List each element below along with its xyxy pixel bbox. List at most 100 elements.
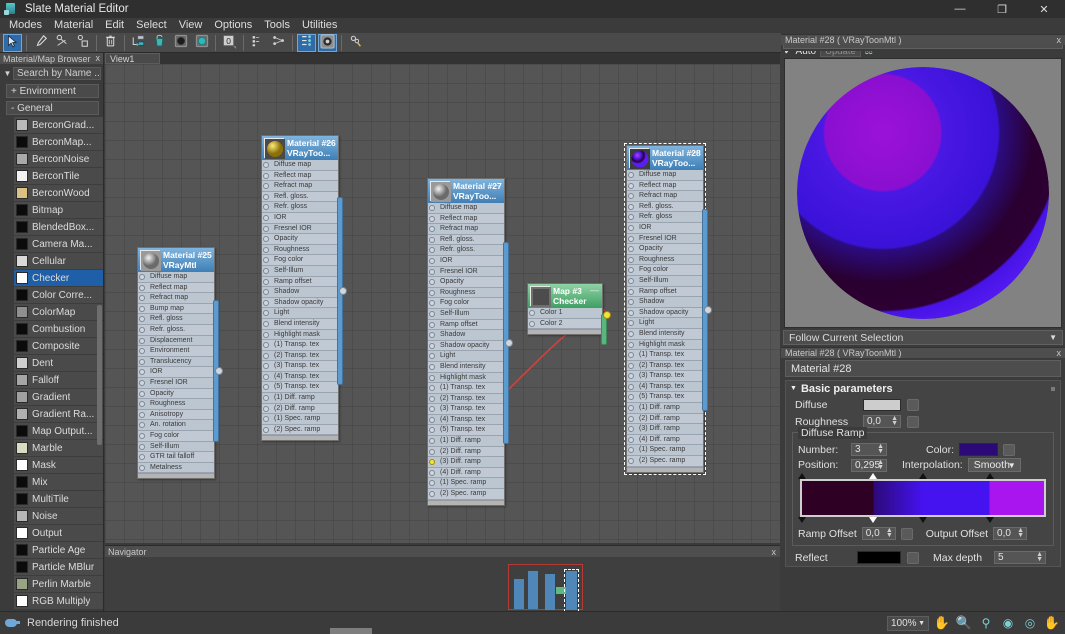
menu-options[interactable]: Options <box>208 18 258 33</box>
node-graph-canvas[interactable]: Material #25 VRayMtl — Diffuse map Reflect m… <box>105 64 780 543</box>
slot-connector-icon[interactable] <box>139 390 145 397</box>
slot-connector-icon[interactable] <box>628 256 634 263</box>
slot-connector-icon[interactable] <box>429 342 435 349</box>
browser-item-bercontile[interactable]: BerconTile <box>14 168 103 185</box>
slot-connector-icon[interactable] <box>263 416 269 423</box>
ramp-number-spinner[interactable]: 3 ▲ ▼ <box>851 443 887 456</box>
slot-connector-icon[interactable] <box>628 277 634 284</box>
navigator-toggle[interactable] <box>318 33 337 52</box>
slot-connector-icon[interactable] <box>263 236 269 243</box>
slot-connector-icon[interactable] <box>628 447 634 454</box>
slot-connector-icon[interactable] <box>263 363 269 370</box>
browser-scrollbar[interactable] <box>97 305 102 445</box>
slot-connector-icon[interactable] <box>139 305 145 312</box>
assign-material-tool[interactable] <box>52 34 71 52</box>
ramp-stop-marker-bottom[interactable] <box>869 517 878 523</box>
menu-edit[interactable]: Edit <box>99 18 130 33</box>
node-slot[interactable]: Refract map <box>627 191 703 202</box>
slot-connector-icon[interactable] <box>139 284 145 291</box>
ramp-stop-marker-top[interactable] <box>798 473 806 479</box>
node-slot[interactable]: Ramp offset <box>428 319 504 331</box>
node-slot[interactable]: Environment <box>138 346 214 357</box>
slot-connector-icon[interactable] <box>628 373 634 380</box>
slot-connector-icon[interactable] <box>263 193 269 200</box>
node-slot[interactable]: (1) Spec. ramp <box>428 478 504 490</box>
node-output-connector-icon[interactable] <box>704 306 712 315</box>
node-output-connector-icon[interactable] <box>215 367 223 376</box>
browser-map-list[interactable]: BerconGrad... BerconMap... BerconNoise Berc… <box>0 117 103 622</box>
menu-material[interactable]: Material <box>48 18 99 33</box>
slot-connector-icon[interactable] <box>263 395 269 402</box>
node-slot[interactable]: Fresnel IOR <box>428 266 504 278</box>
slot-connector-icon[interactable] <box>263 426 269 433</box>
slot-connector-icon[interactable] <box>263 320 269 327</box>
layout-all-button[interactable] <box>269 34 288 52</box>
slot-connector-icon[interactable] <box>628 182 634 189</box>
node-slot[interactable]: Opacity <box>262 234 338 245</box>
slot-connector-icon[interactable] <box>139 443 145 450</box>
node-slot[interactable]: Fresnel IOR <box>627 233 703 245</box>
node-slot[interactable]: Reflect map <box>627 180 703 192</box>
node-slot[interactable]: Refract map <box>138 293 214 304</box>
slot-connector-icon[interactable] <box>628 436 634 443</box>
ramp-offset-spinner[interactable]: 0,0 ▲ ▼ <box>861 527 896 540</box>
browser-item-blendedbox[interactable]: BlendedBox... <box>14 219 103 236</box>
material-id-channel-button[interactable]: 0 <box>220 34 239 52</box>
slot-connector-icon[interactable] <box>628 426 634 433</box>
node-slot[interactable]: (2) Transp. tex <box>627 360 703 372</box>
close-button[interactable]: ✕ <box>1023 0 1065 18</box>
node-header[interactable]: Map #3 Checker — <box>528 284 602 308</box>
slot-connector-icon[interactable] <box>139 337 145 344</box>
basic-parameters-header[interactable]: ▼ Basic parameters <box>786 381 1060 396</box>
browser-item-rgb-multiply[interactable]: RGB Multiply <box>14 593 103 610</box>
minimize-node-icon[interactable]: — <box>202 249 211 259</box>
ramp-stop-marker-top[interactable] <box>919 473 927 479</box>
slot-connector-icon[interactable] <box>139 454 145 461</box>
minimize-node-icon[interactable]: — <box>691 147 700 157</box>
pick-material-tool[interactable] <box>31 34 50 52</box>
node-slot[interactable]: Roughness <box>428 287 504 299</box>
node-slot[interactable]: GTR tail falloff <box>138 452 214 463</box>
select-by-material-button[interactable] <box>346 34 365 52</box>
slot-connector-icon[interactable] <box>628 394 634 401</box>
node-output-connector-icon[interactable] <box>505 339 513 348</box>
node-slot[interactable]: (4) Diff. ramp <box>627 434 703 446</box>
zoom-level-select[interactable]: 100% ▼ <box>887 615 929 631</box>
node-slot[interactable]: Ramp offset <box>627 286 703 298</box>
slot-connector-icon[interactable] <box>263 214 269 221</box>
browser-item-noise[interactable]: Noise <box>14 508 103 525</box>
diffuse-color-swatch[interactable] <box>863 398 901 411</box>
node-slot[interactable]: Shadow <box>428 330 504 341</box>
slot-connector-icon[interactable] <box>139 379 145 386</box>
select-tool[interactable] <box>3 33 22 52</box>
slot-connector-icon[interactable] <box>429 257 435 264</box>
node-slot[interactable]: Fog color <box>262 255 338 266</box>
node-slot[interactable]: (1) Transp. tex <box>627 350 703 361</box>
slot-connector-icon[interactable] <box>529 310 535 316</box>
node-slot[interactable]: Refl. gloss. <box>428 234 504 246</box>
delete-button[interactable] <box>101 34 120 52</box>
node-slot[interactable]: (5) Transp. tex <box>627 392 703 404</box>
slot-connector-icon[interactable] <box>139 422 145 429</box>
browser-item-bercongrad[interactable]: BerconGrad... <box>14 117 103 134</box>
maximize-button[interactable]: ❐ <box>981 0 1023 18</box>
slot-connector-icon[interactable] <box>139 348 145 355</box>
node-slot[interactable]: Self-Illum <box>262 265 338 277</box>
node-slot[interactable]: Roughness <box>138 399 214 410</box>
close-icon[interactable]: x <box>1057 348 1062 358</box>
browser-item-multitile[interactable]: MultiTile <box>14 491 103 508</box>
node-slot[interactable]: (5) Transp. tex <box>262 382 338 394</box>
node-slot[interactable]: Diffuse map <box>627 170 703 181</box>
spinner-down-icon[interactable]: ▼ <box>886 532 893 539</box>
node-slot[interactable]: (2) Spec. ramp <box>627 456 703 467</box>
menu-modes[interactable]: Modes <box>3 18 48 33</box>
node-slot[interactable]: Ramp offset <box>262 276 338 288</box>
tab-view1[interactable]: View1 <box>105 53 160 64</box>
ramp-stop-marker-top[interactable] <box>869 473 878 479</box>
slot-connector-icon[interactable] <box>263 405 269 412</box>
slot-connector-icon[interactable] <box>628 415 634 422</box>
node-slot[interactable]: Refr. gloss <box>262 202 338 213</box>
node-slot[interactable]: (2) Transp. tex <box>262 350 338 362</box>
node-map-3[interactable]: Map #3 Checker — Color 1 Color 2 <box>527 283 611 346</box>
node-slot[interactable]: IOR <box>428 255 504 267</box>
